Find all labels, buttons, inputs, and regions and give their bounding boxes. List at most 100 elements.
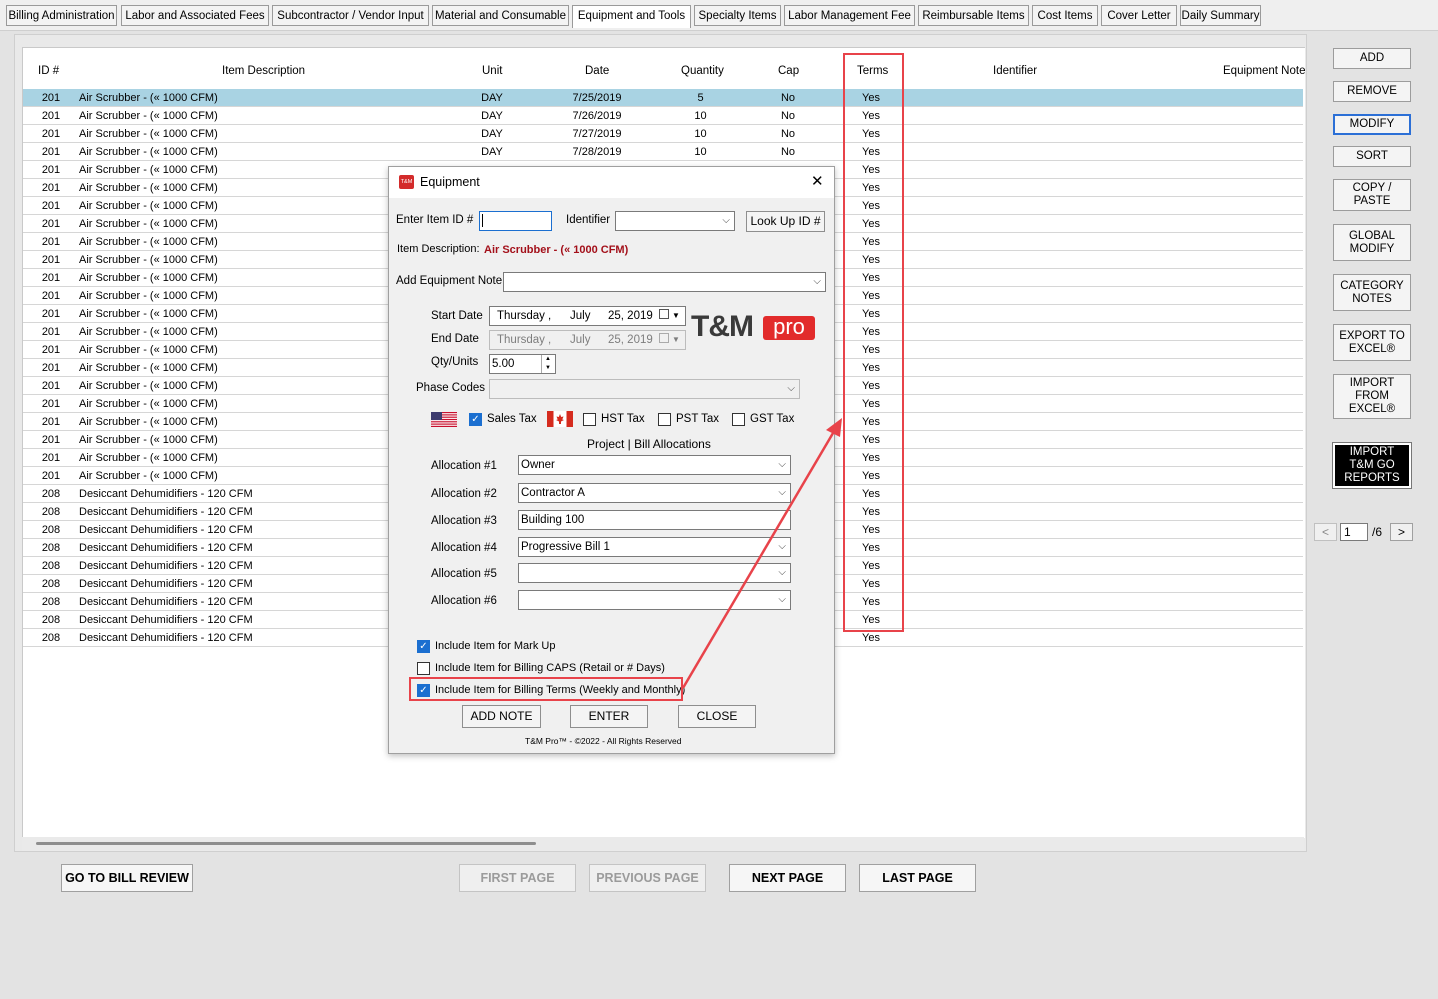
allocation-value: Building 100 [521,514,585,526]
col-header-cap[interactable]: Cap [778,65,799,77]
pst-tax-label: PST Tax [676,413,720,425]
table-row[interactable]: 201 Air Scrubber - (« 1000 CFM) DAY 7/28/20… [23,143,1303,161]
modify-button[interactable]: MODIFY [1333,114,1411,135]
table-row[interactable]: 201 Air Scrubber - (« 1000 CFM) DAY 7/25/20… [23,89,1303,107]
pro-logo-badge: pro [763,316,815,340]
cell-id: 201 [41,92,61,104]
qty-stepper-icon[interactable]: ▲ ▼ [541,355,554,373]
import-excel-button[interactable]: IMPORT FROM EXCEL® [1333,374,1411,419]
gst-tax-checkbox[interactable] [732,413,745,426]
cell-desc: Air Scrubber - (« 1000 CFM) [79,92,218,104]
close-button[interactable]: CLOSE [678,705,756,728]
item-id-input[interactable] [479,211,552,231]
equipment-note-select[interactable]: ⌵ [503,272,826,292]
col-header-unit[interactable]: Unit [482,65,502,77]
add-note-button[interactable]: ADD NOTE [462,705,541,728]
tab-equipment-tools[interactable]: Equipment and Tools [572,5,691,28]
cell-id: 208 [41,632,61,644]
cell-id: 208 [41,560,61,572]
enter-button[interactable]: ENTER [570,705,648,728]
cell-qty: 10 [694,146,707,158]
import-tm-go-reports-button[interactable]: IMPORT T&M GO REPORTS [1332,442,1412,489]
calendar-icon[interactable] [659,333,669,343]
phase-codes-select[interactable]: ⌵ [489,379,800,399]
markup-checkbox[interactable]: ✓ [417,640,430,653]
sort-button[interactable]: SORT [1333,146,1411,167]
cell-id: 201 [41,272,61,284]
allocation-1-field[interactable]: Owner ⌵ [518,455,791,475]
tab-labor-associated-fees[interactable]: Labor and Associated Fees [121,5,269,26]
cell-desc: Air Scrubber - (« 1000 CFM) [79,110,218,122]
end-date-day: Thursday [497,334,545,346]
sales-tax-checkbox[interactable]: ✓ [469,413,482,426]
tab-bar: Billing Administration Labor and Associa… [0,0,1438,31]
cell-id: 201 [41,236,61,248]
add-button[interactable]: ADD [1333,48,1411,69]
page-number-input[interactable]: 1 [1340,523,1368,541]
page-next-button[interactable]: > [1390,523,1413,541]
item-description-label: Item Description: [397,243,480,255]
tab-cost-items[interactable]: Cost Items [1032,5,1098,26]
tab-billing-administration[interactable]: Billing Administration [6,5,117,26]
go-to-bill-review-button[interactable]: GO TO BILL REVIEW [61,864,193,892]
global-modify-button[interactable]: GLOBAL MODIFY [1333,224,1411,261]
table-row[interactable]: 201 Air Scrubber - (« 1000 CFM) DAY 7/26/20… [23,107,1303,125]
col-header-identifier[interactable]: Identifier [993,65,1037,77]
copy-paste-button[interactable]: COPY / PASTE [1333,179,1411,211]
calendar-icon[interactable] [659,309,669,319]
cell-id: 201 [41,416,61,428]
close-icon[interactable]: ✕ [811,172,824,190]
qty-units-input[interactable]: 5.00 ▲ ▼ [489,354,556,374]
tab-reimbursable-items[interactable]: Reimbursable Items [918,5,1029,26]
cell-id: 201 [41,128,61,140]
col-header-description[interactable]: Item Description [222,65,305,77]
tab-subcontractor-vendor[interactable]: Subcontractor / Vendor Input [272,5,429,26]
last-page-button[interactable]: LAST PAGE [859,864,976,892]
cell-desc: Desiccant Dehumidifiers - 120 CFM [79,614,253,626]
scrollbar-thumb[interactable] [36,842,536,845]
cell-id: 201 [41,398,61,410]
cell-cap: No [780,92,796,104]
page-prev-button[interactable]: < [1314,523,1337,541]
allocation-3-field[interactable]: Building 100 [518,510,791,530]
chevron-down-icon: ⌵ [778,567,786,578]
col-header-quantity[interactable]: Quantity [681,65,724,77]
allocation-5-field[interactable]: ⌵ [518,563,791,583]
gst-tax-label: GST Tax [750,413,795,425]
sales-tax-label: Sales Tax [487,413,537,425]
allocation-2-field[interactable]: Contractor A ⌵ [518,483,791,503]
category-notes-button[interactable]: CATEGORY NOTES [1333,274,1411,311]
allocation-4-field[interactable]: Progressive Bill 1 ⌵ [518,537,791,557]
col-header-equipment-note[interactable]: Equipment Note [1223,65,1305,77]
end-date-picker[interactable]: Thursday , July 25, 2019 ▼ [489,330,686,350]
col-header-id[interactable]: ID # [38,65,59,77]
look-up-id-button[interactable]: Look Up ID # [746,211,825,232]
allocation-6-field[interactable]: ⌵ [518,590,791,610]
dialog-title: Equipment [420,175,480,189]
horizontal-scrollbar[interactable] [22,837,1304,851]
tab-labor-management-fee[interactable]: Labor Management Fee [784,5,915,26]
cell-desc: Desiccant Dehumidifiers - 120 CFM [79,524,253,536]
tab-material-consumable[interactable]: Material and Consumable [432,5,569,26]
billing-caps-checkbox[interactable] [417,662,430,675]
first-page-button[interactable]: FIRST PAGE [459,864,576,892]
previous-page-button[interactable]: PREVIOUS PAGE [589,864,706,892]
identifier-select[interactable]: ⌵ [615,211,735,231]
tab-specialty-items[interactable]: Specialty Items [694,5,781,26]
cell-desc: Desiccant Dehumidifiers - 120 CFM [79,560,253,572]
end-date-daynum: 25, 2019 [608,334,653,346]
tab-daily-summary[interactable]: Daily Summary [1180,5,1261,26]
remove-button[interactable]: REMOVE [1333,81,1411,102]
cell-desc: Desiccant Dehumidifiers - 120 CFM [79,596,253,608]
col-header-date[interactable]: Date [585,65,609,77]
export-excel-button[interactable]: EXPORT TO EXCEL® [1333,324,1411,361]
phase-codes-label: Phase Codes [416,382,486,394]
tab-cover-letter[interactable]: Cover Letter [1101,5,1177,26]
table-row[interactable]: 201 Air Scrubber - (« 1000 CFM) DAY 7/27/20… [23,125,1303,143]
start-date-picker[interactable]: Thursday , July 25, 2019 ▼ [489,306,686,326]
pst-tax-checkbox[interactable] [658,413,671,426]
hst-tax-checkbox[interactable] [583,413,596,426]
dialog-titlebar[interactable]: T&M Equipment ✕ [389,167,834,198]
next-page-button[interactable]: NEXT PAGE [729,864,846,892]
cell-desc: Desiccant Dehumidifiers - 120 CFM [79,578,253,590]
